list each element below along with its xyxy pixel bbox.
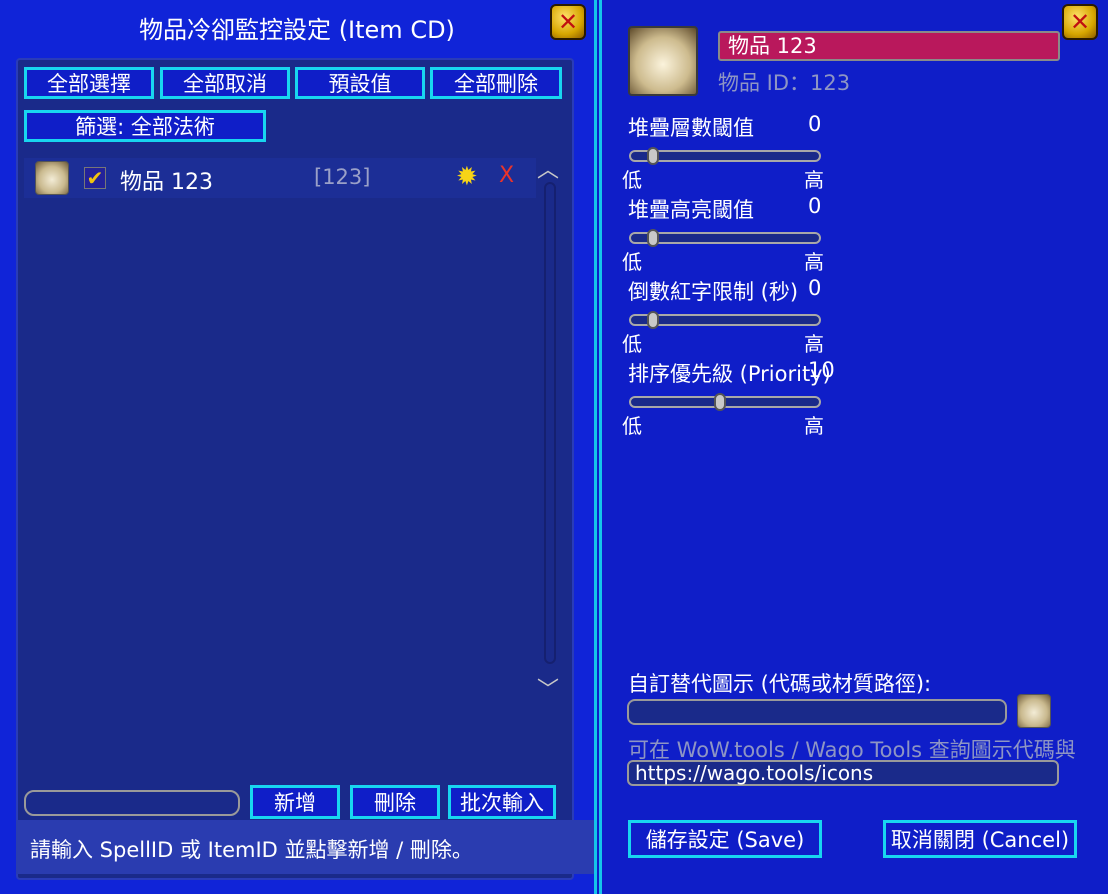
- slider-high-label: 高: [804, 332, 824, 356]
- item-id-label: 物品 ID：123: [718, 71, 851, 95]
- slider-thumb[interactable]: [647, 147, 659, 165]
- spell-id-input[interactable]: [24, 790, 240, 816]
- item-icon: [35, 161, 69, 195]
- slider-low-label: 低: [622, 168, 642, 192]
- slider-high-label: 高: [804, 250, 824, 274]
- slider-high-label: 高: [804, 168, 824, 192]
- slider-thumb[interactable]: [647, 311, 659, 329]
- hint-text: 請輸入 SpellID 或 ItemID 並點擊新增 / 刪除。: [30, 838, 473, 862]
- close-icon[interactable]: ✕: [1062, 4, 1098, 40]
- slider-low-label: 低: [622, 414, 642, 438]
- remove-item-button[interactable]: X: [499, 163, 514, 188]
- enabled-checkbox[interactable]: ✔: [84, 167, 106, 189]
- item-large-icon: [628, 26, 698, 96]
- gear-icon[interactable]: ✹: [456, 162, 478, 192]
- scrollbar[interactable]: [544, 182, 556, 664]
- list-item-name: 物品 123: [120, 170, 213, 195]
- icon-url-field[interactable]: https://wago.tools/icons: [627, 760, 1059, 786]
- slider-high-label: 高: [804, 414, 824, 438]
- slider-value: 0: [808, 194, 822, 218]
- deselect-all-button[interactable]: 全部取消: [160, 67, 290, 99]
- slider-label: 排序優先級 (Priority): [628, 362, 831, 386]
- delete-all-button[interactable]: 全部刪除: [430, 67, 562, 99]
- custom-icon-label: 自訂替代圖示 (代碼或材質路徑):: [628, 672, 932, 696]
- slider-value: 0: [808, 276, 822, 300]
- cancel-button[interactable]: 取消關閉 (Cancel): [883, 820, 1077, 858]
- slider-thumb[interactable]: [647, 229, 659, 247]
- slider-label: 倒數紅字限制 (秒): [628, 280, 799, 304]
- panel-title: 物品冷卻監控設定 (Item CD): [139, 16, 455, 44]
- batch-input-button[interactable]: 批次輸入: [448, 785, 556, 819]
- filter-dropdown[interactable]: 篩選: 全部法術: [24, 110, 266, 142]
- select-all-button[interactable]: 全部選擇: [24, 67, 154, 99]
- save-button[interactable]: 儲存設定 (Save): [628, 820, 822, 858]
- close-icon[interactable]: ✕: [550, 4, 586, 40]
- slider-thumb[interactable]: [714, 393, 726, 411]
- slider-low-label: 低: [622, 332, 642, 356]
- slider-low-label: 低: [622, 250, 642, 274]
- slider-value: 10: [808, 358, 835, 382]
- remove-button[interactable]: 刪除: [350, 785, 440, 819]
- custom-icon-preview: [1017, 694, 1051, 728]
- slider-value: 0: [808, 112, 822, 136]
- item-name-field[interactable]: 物品 123: [718, 31, 1060, 61]
- custom-icon-input[interactable]: [627, 699, 1007, 725]
- slider-label: 堆疊層數閾值: [628, 116, 754, 140]
- default-button[interactable]: 預設值: [295, 67, 425, 99]
- slider-label: 堆疊高亮閾值: [628, 198, 754, 222]
- list-item-id: [123]: [314, 165, 371, 189]
- add-button[interactable]: 新增: [250, 785, 340, 819]
- panel-divider-line: [597, 0, 599, 894]
- scroll-up-icon[interactable]: ︿: [537, 152, 559, 184]
- scroll-down-icon[interactable]: ﹀: [537, 672, 559, 704]
